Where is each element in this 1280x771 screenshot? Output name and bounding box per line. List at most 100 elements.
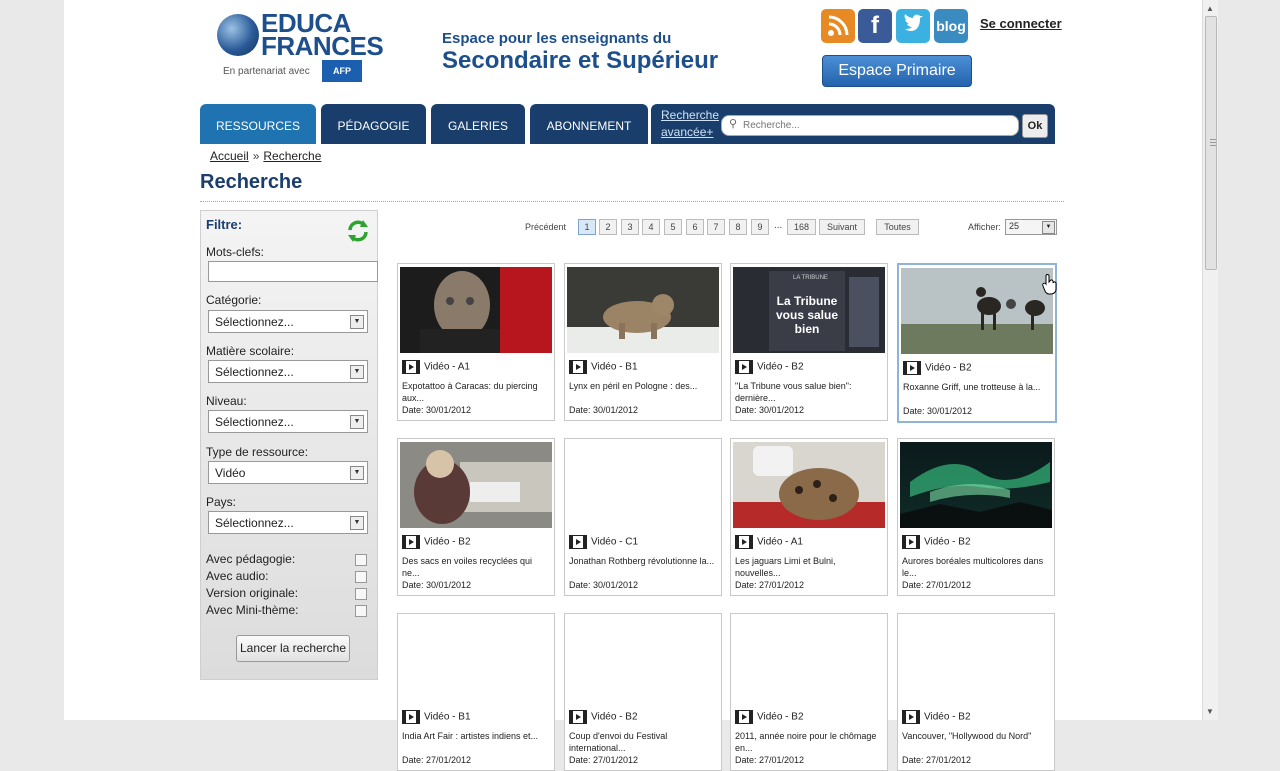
page-button-6[interactable]: 6 bbox=[686, 219, 704, 235]
video-thumbnail[interactable] bbox=[567, 267, 719, 353]
result-card[interactable]: Vidéo - A1 Expotattoo à Caracas: du pierc… bbox=[397, 263, 555, 421]
card-title-link[interactable]: Expotattoo à Caracas: du piercing aux... bbox=[402, 380, 550, 404]
search-ok-button[interactable]: Ok bbox=[1022, 114, 1048, 138]
vertical-scrollbar[interactable]: ▲ ▼ bbox=[1202, 0, 1218, 720]
card-title-link[interactable]: Jonathan Rothberg révolutionne la... bbox=[569, 555, 717, 567]
video-icon bbox=[903, 361, 925, 375]
subject-label: Matière scolaire: bbox=[206, 344, 295, 358]
page-button-7[interactable]: 7 bbox=[707, 219, 725, 235]
chevron-down-icon[interactable]: ▼ bbox=[1042, 221, 1055, 234]
scroll-down-icon[interactable]: ▼ bbox=[1206, 707, 1214, 716]
card-title-link[interactable]: Des sacs en voiles recyclées qui ne... bbox=[402, 555, 550, 579]
checkbox-mini-theme[interactable] bbox=[355, 605, 367, 617]
card-title-link[interactable]: India Art Fair : artistes indiens et... bbox=[402, 730, 550, 742]
card-title-link[interactable]: Les jaguars Limi et Bulni, nouvelles... bbox=[735, 555, 883, 579]
keywords-input[interactable] bbox=[208, 261, 378, 282]
level-label: Niveau: bbox=[206, 394, 247, 408]
tab-pedagogie[interactable]: PÉDAGOGIE bbox=[321, 104, 426, 144]
video-thumbnail[interactable] bbox=[733, 442, 885, 528]
espace-primaire-button[interactable]: Espace Primaire bbox=[822, 55, 972, 87]
subject-select[interactable]: Sélectionnez... ▼ bbox=[208, 360, 368, 383]
result-card[interactable]: Vidéo - C1 Jonathan Rothberg révolutionne… bbox=[564, 438, 722, 596]
country-select[interactable]: Sélectionnez... ▼ bbox=[208, 511, 368, 534]
checkbox-pedagogie[interactable] bbox=[355, 554, 367, 566]
video-thumbnail[interactable] bbox=[400, 442, 552, 528]
checkbox-version-originale[interactable] bbox=[355, 588, 367, 600]
tab-abonnement[interactable]: ABONNEMENT bbox=[530, 104, 648, 144]
breadcrumb-current[interactable]: Recherche bbox=[263, 149, 321, 163]
page-button-4[interactable]: 4 bbox=[642, 219, 660, 235]
launch-search-button[interactable]: Lancer la recherche bbox=[236, 635, 350, 662]
show-count-value: 25 bbox=[1009, 221, 1020, 231]
show-count-select[interactable]: 25 ▼ bbox=[1005, 219, 1057, 235]
result-card[interactable]: Vidéo - B2 Coup d'envoi du Festival inter… bbox=[564, 613, 722, 771]
card-title-link[interactable]: Vancouver, "Hollywood du Nord" bbox=[902, 730, 1050, 742]
result-card[interactable]: Vidéo - B2 Roxanne Griff, une trotteuse à… bbox=[897, 263, 1057, 423]
scroll-up-icon[interactable]: ▲ bbox=[1206, 4, 1214, 13]
search-input[interactable] bbox=[741, 117, 1015, 134]
page-button-8[interactable]: 8 bbox=[729, 219, 747, 235]
card-title-link[interactable]: Lynx en péril en Pologne : des... bbox=[569, 380, 717, 392]
result-card[interactable]: Vidéo - B2 2011, année noire pour le chôm… bbox=[730, 613, 888, 771]
page-button-2[interactable]: 2 bbox=[599, 219, 617, 235]
result-card[interactable]: Vidéo - A1 Les jaguars Limi et Bulni, nou… bbox=[730, 438, 888, 596]
tab-galeries[interactable]: GALERIES bbox=[431, 104, 525, 144]
rss-icon[interactable] bbox=[821, 9, 855, 43]
blog-icon[interactable]: blog bbox=[934, 9, 968, 43]
resource-type-select[interactable]: Vidéo ▼ bbox=[208, 461, 368, 484]
page-button-5[interactable]: 5 bbox=[664, 219, 682, 235]
card-title-link[interactable]: Aurores boréales multicolores dans le... bbox=[902, 555, 1050, 579]
twitter-icon[interactable] bbox=[896, 9, 930, 43]
video-thumbnail[interactable] bbox=[901, 268, 1053, 354]
card-title-link[interactable]: "La Tribune vous salue bien": dernière..… bbox=[735, 380, 883, 404]
video-thumbnail[interactable] bbox=[900, 442, 1052, 528]
result-card[interactable]: Vidéo - B2 Des sacs en voiles recyclées q… bbox=[397, 438, 555, 596]
level-select[interactable]: Sélectionnez... ▼ bbox=[208, 410, 368, 433]
window-background bbox=[1217, 0, 1280, 720]
chevron-down-icon[interactable]: ▼ bbox=[350, 466, 364, 480]
card-title-link[interactable]: 2011, année noire pour le chômage en... bbox=[735, 730, 883, 754]
media-type-label: Vidéo - A1 bbox=[757, 536, 803, 548]
keywords-label: Mots-clefs: bbox=[206, 245, 265, 259]
checkbox-audio[interactable] bbox=[355, 571, 367, 583]
chevron-down-icon[interactable]: ▼ bbox=[350, 315, 364, 329]
media-type: Vidéo - B2 bbox=[569, 710, 638, 724]
video-icon bbox=[735, 360, 757, 374]
pagination-previous[interactable]: Précédent bbox=[525, 222, 566, 232]
video-thumbnail[interactable]: LA TRIBUNE La Tribune vous salue bien bbox=[733, 267, 885, 353]
thumb-tribune-line1: La Tribune bbox=[777, 294, 838, 308]
result-card[interactable]: LA TRIBUNE La Tribune vous salue bien Vidéo … bbox=[730, 263, 888, 421]
chevron-down-icon[interactable]: ▼ bbox=[350, 516, 364, 530]
search-box[interactable]: ⚲ bbox=[721, 115, 1019, 136]
refresh-icon[interactable] bbox=[345, 218, 371, 244]
card-title-link[interactable]: Roxanne Griff, une trotteuse à la... bbox=[903, 381, 1051, 393]
advanced-search-link[interactable]: Recherche avancée+ bbox=[661, 107, 719, 141]
pagination-all[interactable]: Toutes bbox=[876, 219, 919, 235]
page-button-1[interactable]: 1 bbox=[578, 219, 596, 235]
page-button-last[interactable]: 168 bbox=[787, 219, 816, 235]
page-button-9[interactable]: 9 bbox=[751, 219, 769, 235]
result-card[interactable]: Vidéo - B2 Aurores boréales multicolores … bbox=[897, 438, 1055, 596]
scrollbar-thumb[interactable] bbox=[1205, 16, 1217, 270]
pagination-next[interactable]: Suivant bbox=[819, 219, 865, 235]
result-card[interactable]: Vidéo - B1 Lynx en péril en Pologne : des… bbox=[564, 263, 722, 421]
chevron-down-icon[interactable]: ▼ bbox=[350, 365, 364, 379]
breadcrumb-home[interactable]: Accueil bbox=[210, 149, 249, 163]
result-card[interactable]: Vidéo - B2 Vancouver, "Hollywood du Nord"… bbox=[897, 613, 1055, 771]
chevron-down-icon[interactable]: ▼ bbox=[350, 415, 364, 429]
site-logo[interactable]: EDUCA FRANCES En partenariat avec AFP bbox=[217, 8, 384, 85]
advanced-search-line1[interactable]: Recherche bbox=[661, 107, 719, 124]
category-label: Catégorie: bbox=[206, 293, 262, 307]
show-count-label: Afficher: bbox=[968, 222, 1001, 232]
tab-ressources[interactable]: RESSOURCES bbox=[200, 104, 316, 144]
advanced-search-line2[interactable]: avancée+ bbox=[661, 124, 719, 141]
card-date: Date: 27/01/2012 bbox=[402, 755, 472, 765]
facebook-icon[interactable]: f bbox=[858, 9, 892, 43]
video-thumbnail[interactable] bbox=[400, 267, 552, 353]
category-select[interactable]: Sélectionnez... ▼ bbox=[208, 310, 368, 333]
result-card[interactable]: Vidéo - B1 India Art Fair : artistes indi… bbox=[397, 613, 555, 771]
page-button-3[interactable]: 3 bbox=[621, 219, 639, 235]
card-title-link[interactable]: Coup d'envoi du Festival international..… bbox=[569, 730, 717, 754]
video-icon bbox=[902, 535, 924, 549]
login-link[interactable]: Se connecter bbox=[980, 16, 1062, 31]
